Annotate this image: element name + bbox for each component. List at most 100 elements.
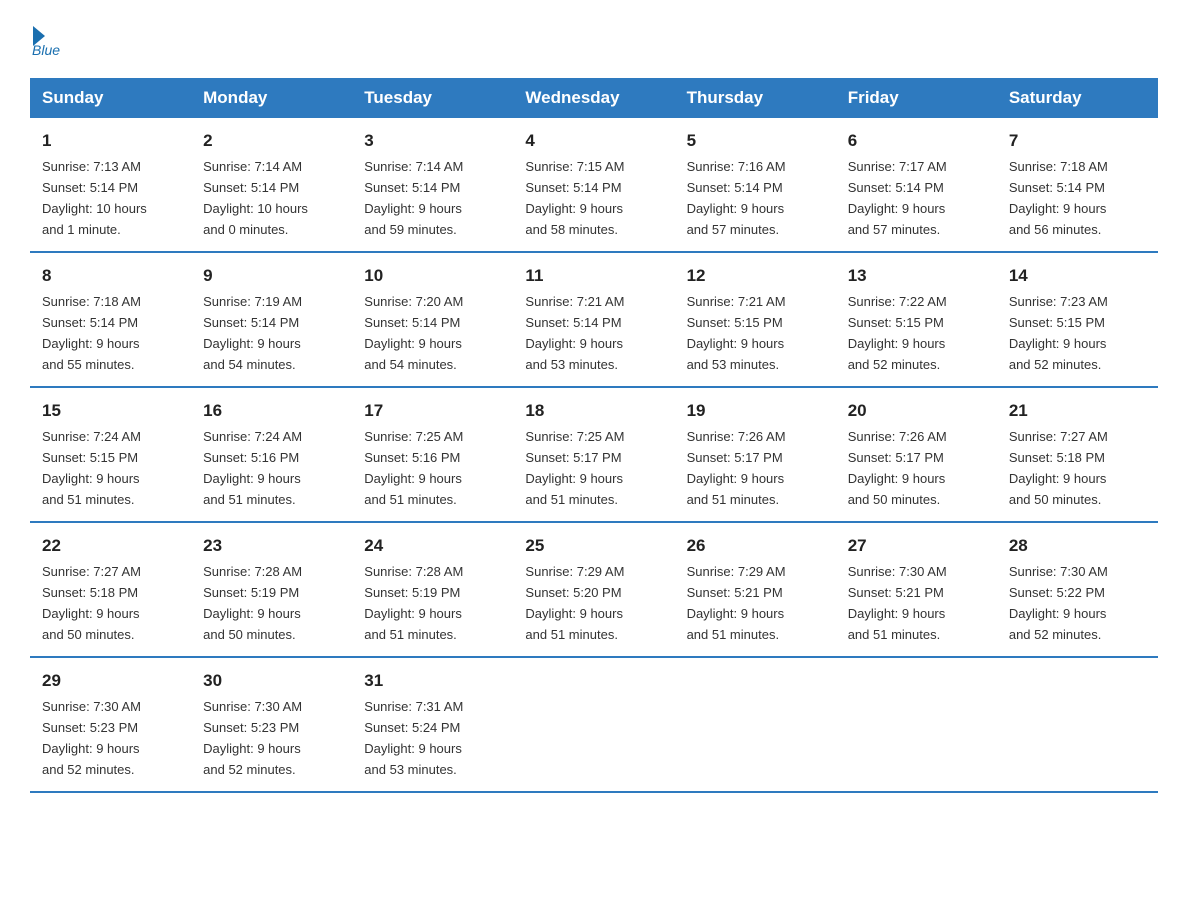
- day-info: Sunrise: 7:13 AMSunset: 5:14 PMDaylight:…: [42, 159, 147, 237]
- weekday-header-monday: Monday: [191, 78, 352, 118]
- calendar-week-row: 29 Sunrise: 7:30 AMSunset: 5:23 PMDayligh…: [30, 657, 1158, 792]
- day-number: 4: [525, 128, 662, 154]
- day-number: 16: [203, 398, 340, 424]
- day-info: Sunrise: 7:28 AMSunset: 5:19 PMDaylight:…: [203, 564, 302, 642]
- calendar-cell: 23Sunrise: 7:28 AMSunset: 5:19 PMDayligh…: [191, 522, 352, 657]
- calendar-week-row: 1 Sunrise: 7:13 AMSunset: 5:14 PMDaylight…: [30, 118, 1158, 252]
- day-number: 19: [687, 398, 824, 424]
- day-number: 24: [364, 533, 501, 559]
- calendar-cell: [836, 657, 997, 792]
- weekday-header-sunday: Sunday: [30, 78, 191, 118]
- day-info: Sunrise: 7:22 AMSunset: 5:15 PMDaylight:…: [848, 294, 947, 372]
- day-number: 20: [848, 398, 985, 424]
- day-number: 9: [203, 263, 340, 289]
- day-number: 22: [42, 533, 179, 559]
- calendar-cell: 11 Sunrise: 7:21 AMSunset: 5:14 PMDayligh…: [513, 252, 674, 387]
- day-number: 31: [364, 668, 501, 694]
- day-info: Sunrise: 7:31 AMSunset: 5:24 PMDaylight:…: [364, 699, 463, 777]
- day-number: 7: [1009, 128, 1146, 154]
- calendar-cell: 18 Sunrise: 7:25 AMSunset: 5:17 PMDayligh…: [513, 387, 674, 522]
- day-number: 1: [42, 128, 179, 154]
- calendar-cell: 4 Sunrise: 7:15 AMSunset: 5:14 PMDaylight…: [513, 118, 674, 252]
- day-info: Sunrise: 7:30 AMSunset: 5:23 PMDaylight:…: [203, 699, 302, 777]
- day-info: Sunrise: 7:21 AMSunset: 5:15 PMDaylight:…: [687, 294, 786, 372]
- day-info: Sunrise: 7:30 AMSunset: 5:23 PMDaylight:…: [42, 699, 141, 777]
- day-number: 25: [525, 533, 662, 559]
- day-info: Sunrise: 7:30 AMSunset: 5:22 PMDaylight:…: [1009, 564, 1108, 642]
- calendar-cell: 31 Sunrise: 7:31 AMSunset: 5:24 PMDayligh…: [352, 657, 513, 792]
- calendar-cell: 6 Sunrise: 7:17 AMSunset: 5:14 PMDaylight…: [836, 118, 997, 252]
- day-number: 27: [848, 533, 985, 559]
- day-number: 17: [364, 398, 501, 424]
- calendar-cell: 28 Sunrise: 7:30 AMSunset: 5:22 PMDayligh…: [997, 522, 1158, 657]
- logo-underline: Blue: [32, 42, 60, 58]
- day-number: 10: [364, 263, 501, 289]
- calendar-cell: [513, 657, 674, 792]
- day-info: Sunrise: 7:17 AMSunset: 5:14 PMDaylight:…: [848, 159, 947, 237]
- weekday-header-saturday: Saturday: [997, 78, 1158, 118]
- day-number: 3: [364, 128, 501, 154]
- calendar-cell: 17Sunrise: 7:25 AMSunset: 5:16 PMDayligh…: [352, 387, 513, 522]
- calendar-cell: [997, 657, 1158, 792]
- weekday-header-friday: Friday: [836, 78, 997, 118]
- day-number: 2: [203, 128, 340, 154]
- calendar-week-row: 22 Sunrise: 7:27 AMSunset: 5:18 PMDayligh…: [30, 522, 1158, 657]
- calendar-cell: 2 Sunrise: 7:14 AMSunset: 5:14 PMDaylight…: [191, 118, 352, 252]
- calendar-cell: 8 Sunrise: 7:18 AMSunset: 5:14 PMDaylight…: [30, 252, 191, 387]
- calendar-cell: 14 Sunrise: 7:23 AMSunset: 5:15 PMDayligh…: [997, 252, 1158, 387]
- day-number: 5: [687, 128, 824, 154]
- calendar-cell: 9 Sunrise: 7:19 AMSunset: 5:14 PMDaylight…: [191, 252, 352, 387]
- calendar-table: SundayMondayTuesdayWednesdayThursdayFrid…: [30, 78, 1158, 793]
- day-info: Sunrise: 7:19 AMSunset: 5:14 PMDaylight:…: [203, 294, 302, 372]
- day-number: 11: [525, 263, 662, 289]
- calendar-cell: 25 Sunrise: 7:29 AMSunset: 5:20 PMDayligh…: [513, 522, 674, 657]
- day-number: 26: [687, 533, 824, 559]
- day-number: 28: [1009, 533, 1146, 559]
- day-info: Sunrise: 7:27 AMSunset: 5:18 PMDaylight:…: [42, 564, 141, 642]
- calendar-cell: 3 Sunrise: 7:14 AMSunset: 5:14 PMDaylight…: [352, 118, 513, 252]
- day-number: 18: [525, 398, 662, 424]
- day-number: 13: [848, 263, 985, 289]
- day-info: Sunrise: 7:16 AMSunset: 5:14 PMDaylight:…: [687, 159, 786, 237]
- calendar-cell: 7 Sunrise: 7:18 AMSunset: 5:14 PMDaylight…: [997, 118, 1158, 252]
- calendar-cell: 20 Sunrise: 7:26 AMSunset: 5:17 PMDayligh…: [836, 387, 997, 522]
- calendar-cell: 1 Sunrise: 7:13 AMSunset: 5:14 PMDaylight…: [30, 118, 191, 252]
- day-info: Sunrise: 7:29 AMSunset: 5:21 PMDaylight:…: [687, 564, 786, 642]
- calendar-week-row: 8 Sunrise: 7:18 AMSunset: 5:14 PMDaylight…: [30, 252, 1158, 387]
- day-info: Sunrise: 7:14 AMSunset: 5:14 PMDaylight:…: [364, 159, 463, 237]
- day-info: Sunrise: 7:25 AMSunset: 5:17 PMDaylight:…: [525, 429, 624, 507]
- calendar-cell: [675, 657, 836, 792]
- page-header: Blue: [30, 30, 1158, 58]
- weekday-header-tuesday: Tuesday: [352, 78, 513, 118]
- calendar-cell: 22 Sunrise: 7:27 AMSunset: 5:18 PMDayligh…: [30, 522, 191, 657]
- day-info: Sunrise: 7:18 AMSunset: 5:14 PMDaylight:…: [42, 294, 141, 372]
- day-info: Sunrise: 7:26 AMSunset: 5:17 PMDaylight:…: [848, 429, 947, 507]
- day-info: Sunrise: 7:18 AMSunset: 5:14 PMDaylight:…: [1009, 159, 1108, 237]
- calendar-cell: 21Sunrise: 7:27 AMSunset: 5:18 PMDayligh…: [997, 387, 1158, 522]
- day-info: Sunrise: 7:28 AMSunset: 5:19 PMDaylight:…: [364, 564, 463, 642]
- day-number: 30: [203, 668, 340, 694]
- day-number: 6: [848, 128, 985, 154]
- day-info: Sunrise: 7:14 AMSunset: 5:14 PMDaylight:…: [203, 159, 308, 237]
- day-number: 29: [42, 668, 179, 694]
- day-info: Sunrise: 7:29 AMSunset: 5:20 PMDaylight:…: [525, 564, 624, 642]
- day-number: 14: [1009, 263, 1146, 289]
- calendar-cell: 5 Sunrise: 7:16 AMSunset: 5:14 PMDaylight…: [675, 118, 836, 252]
- day-number: 15: [42, 398, 179, 424]
- calendar-cell: 26 Sunrise: 7:29 AMSunset: 5:21 PMDayligh…: [675, 522, 836, 657]
- weekday-header-wednesday: Wednesday: [513, 78, 674, 118]
- calendar-cell: 29 Sunrise: 7:30 AMSunset: 5:23 PMDayligh…: [30, 657, 191, 792]
- day-number: 21: [1009, 398, 1146, 424]
- calendar-cell: 24 Sunrise: 7:28 AMSunset: 5:19 PMDayligh…: [352, 522, 513, 657]
- day-info: Sunrise: 7:23 AMSunset: 5:15 PMDaylight:…: [1009, 294, 1108, 372]
- day-info: Sunrise: 7:24 AMSunset: 5:15 PMDaylight:…: [42, 429, 141, 507]
- day-info: Sunrise: 7:21 AMSunset: 5:14 PMDaylight:…: [525, 294, 624, 372]
- day-number: 8: [42, 263, 179, 289]
- calendar-cell: 15 Sunrise: 7:24 AMSunset: 5:15 PMDayligh…: [30, 387, 191, 522]
- calendar-cell: 13 Sunrise: 7:22 AMSunset: 5:15 PMDayligh…: [836, 252, 997, 387]
- calendar-week-row: 15 Sunrise: 7:24 AMSunset: 5:15 PMDayligh…: [30, 387, 1158, 522]
- day-info: Sunrise: 7:15 AMSunset: 5:14 PMDaylight:…: [525, 159, 624, 237]
- logo: Blue: [30, 30, 60, 58]
- calendar-cell: 10Sunrise: 7:20 AMSunset: 5:14 PMDayligh…: [352, 252, 513, 387]
- day-info: Sunrise: 7:26 AMSunset: 5:17 PMDaylight:…: [687, 429, 786, 507]
